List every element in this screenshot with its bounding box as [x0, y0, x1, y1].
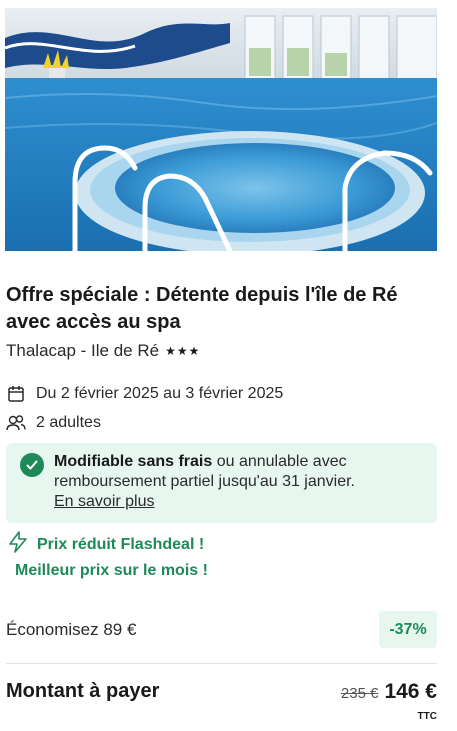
pool-illustration — [5, 8, 437, 251]
guests-row: 2 adultes — [6, 413, 101, 433]
calendar-icon — [6, 384, 26, 404]
discount-badge: -37% — [379, 611, 437, 648]
lightning-icon — [8, 531, 28, 558]
star-rating: ★★★ — [165, 344, 201, 358]
stay-dates: Du 2 février 2025 au 3 février 2025 — [36, 385, 284, 402]
offer-title: Offre spéciale : Détente depuis l'île de… — [6, 284, 398, 333]
new-price: 146 € — [384, 680, 437, 703]
hotel-name: Thalacap - Ile de Ré — [6, 341, 160, 360]
cancellation-bold: Modifiable sans frais — [54, 453, 213, 470]
cancellation-text: Modifiable sans frais ou annulable avec … — [54, 452, 424, 512]
tax-note: TTC — [417, 711, 437, 722]
best-price-label: Meilleur prix sur le mois ! — [15, 562, 208, 579]
total-label: Montant à payer — [6, 680, 160, 702]
check-circle-icon — [20, 453, 44, 477]
hotel-name-row: Thalacap - Ile de Ré ★★★ — [6, 341, 200, 361]
old-price: 235 € — [340, 685, 379, 702]
divider — [6, 663, 437, 664]
flashdeal-row: Prix réduit Flashdeal ! — [8, 531, 204, 558]
flashdeal-label: Prix réduit Flashdeal ! — [37, 535, 205, 553]
price-box: 235 € 146 € — [341, 680, 437, 704]
users-icon — [6, 413, 26, 433]
guest-count: 2 adultes — [36, 414, 101, 431]
stay-dates-row: Du 2 février 2025 au 3 février 2025 — [6, 384, 283, 404]
learn-more-link[interactable]: En savoir plus — [54, 493, 155, 510]
hero-image — [5, 8, 437, 251]
cancellation-notice: Modifiable sans frais ou annulable avec … — [6, 443, 437, 523]
savings-text: Économisez 89 € — [6, 620, 137, 639]
